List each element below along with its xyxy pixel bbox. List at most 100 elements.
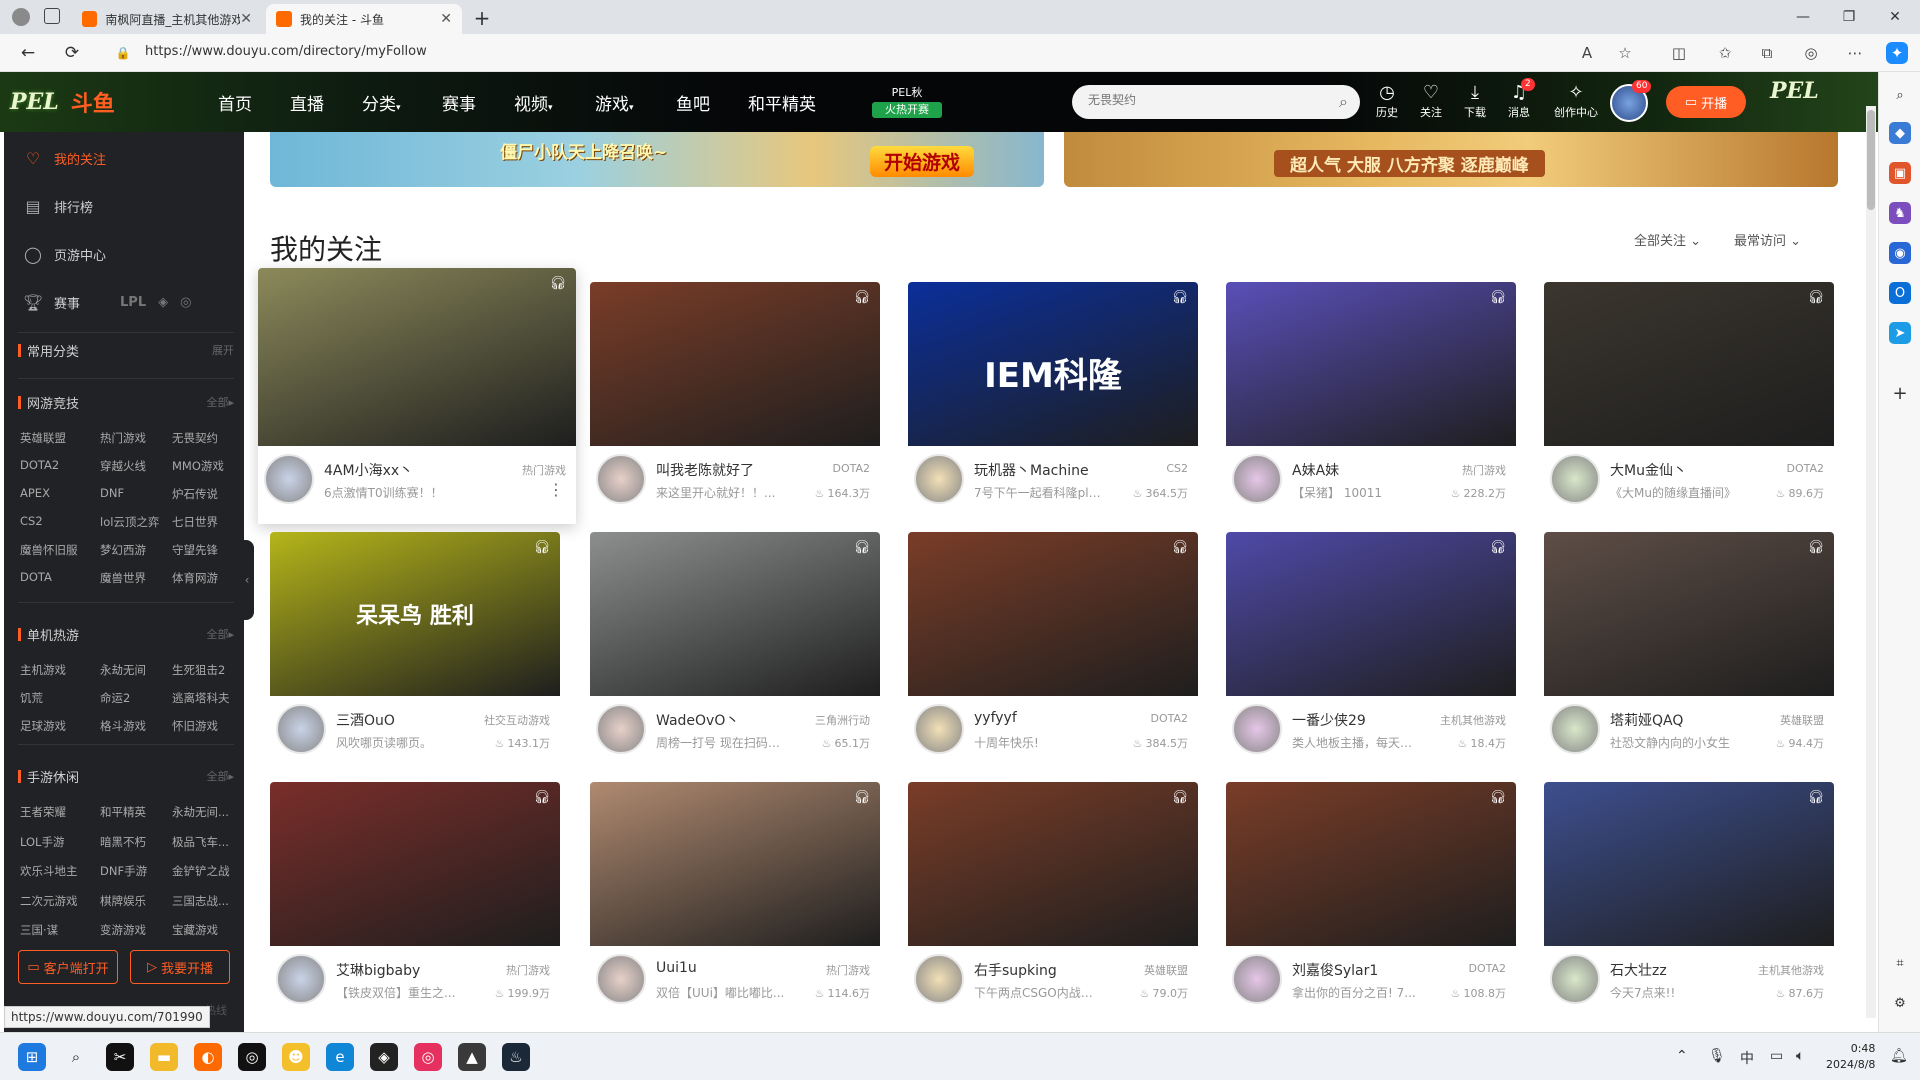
screenshot-icon[interactable]: ⌗ <box>1889 952 1911 974</box>
stream-card[interactable]: 🎧︎ Uui1u 热门游戏 双倍【UUi】嘟比嘟比... ♨ 114.6万 <box>590 782 880 1014</box>
streamer-avatar[interactable] <box>276 704 326 754</box>
streamer-avatar[interactable] <box>1232 954 1282 1004</box>
category-link[interactable]: 足球游戏 <box>20 718 100 734</box>
stream-card[interactable]: 🎧︎ WadeOvO丶 三角洲行动 周榜一打号 现在扫码打... ♨ 65.1万 <box>590 532 880 764</box>
stream-category[interactable]: DOTA2 <box>1468 962 1506 975</box>
category-link[interactable]: 逃离塔科夫 <box>172 690 240 706</box>
category-link[interactable]: 二次元游戏 <box>20 893 100 911</box>
stream-thumbnail[interactable]: 🎧︎ <box>1544 532 1834 696</box>
chevron-up-icon[interactable]: ⌃ <box>1676 1048 1688 1064</box>
stream-thumbnail[interactable]: 🎧︎ <box>590 782 880 946</box>
streamer-name[interactable]: WadeOvO丶 <box>656 710 806 730</box>
category-link[interactable]: 主机游戏 <box>20 662 100 678</box>
start-live-button[interactable]: ▭ 开播 <box>1666 86 1746 118</box>
stream-thumbnail[interactable]: 🎧︎ <box>1544 282 1834 446</box>
search-icon[interactable]: ⌕ <box>1889 84 1911 106</box>
tag-icon[interactable]: ◆ <box>1889 122 1911 144</box>
stream-category[interactable]: DOTA2 <box>1150 712 1188 725</box>
streamer-name[interactable]: Uui1u <box>656 960 806 976</box>
scrollbar-thumb[interactable] <box>1867 110 1875 210</box>
streamer-name[interactable]: 三酒OuO <box>336 710 486 730</box>
extensions-icon[interactable]: ◎ <box>1800 42 1822 64</box>
category-link[interactable]: 守望先锋 <box>172 542 240 558</box>
streamer-name[interactable]: 大Mu金仙丶 <box>1610 460 1760 480</box>
collections-icon[interactable]: ⧉ <box>1756 42 1778 64</box>
close-window-icon[interactable]: ✕ <box>1872 0 1918 34</box>
streamer-name[interactable]: 叫我老陈就好了 <box>656 460 806 480</box>
streamer-avatar[interactable] <box>914 704 964 754</box>
start-live-sidebar-button[interactable]: ▷ 我要开播 <box>130 950 230 984</box>
stream-title[interactable]: 十周年快乐! <box>974 734 1104 751</box>
streamer-avatar[interactable] <box>596 704 646 754</box>
streamer-avatar[interactable] <box>1232 454 1282 504</box>
stream-category[interactable]: 主机其他游戏 <box>1440 712 1506 728</box>
stream-title[interactable]: 6点激情T0训练赛！！ <box>324 484 454 501</box>
stream-thumbnail[interactable]: 🎧︎ <box>1544 782 1834 946</box>
filter-all-follow[interactable]: 全部关注 ⌄ <box>1634 230 1701 249</box>
tab-2[interactable]: 我的关注 - 斗鱼 ✕ <box>266 4 462 34</box>
expand-link[interactable]: 展开 <box>212 342 234 358</box>
outlook-icon[interactable]: O <box>1889 282 1911 304</box>
profile-icon[interactable] <box>12 8 30 26</box>
douyu-logo[interactable]: PEL 斗鱼 <box>10 76 200 128</box>
app-icon[interactable]: ◈ <box>370 1043 398 1071</box>
settings-gear-icon[interactable]: ⚙ <box>1889 992 1911 1014</box>
streamer-name[interactable]: A妹A妹 <box>1292 460 1442 480</box>
category-link[interactable]: 热门游戏 <box>100 430 172 446</box>
streamer-avatar[interactable] <box>1550 954 1600 1004</box>
stream-card[interactable]: 🎧︎ A妹A妹 热门游戏 【呆猪】 10011 ♨ 228.2万 <box>1226 282 1516 514</box>
notification-icon[interactable]: 🔔︎ <box>1890 1048 1908 1064</box>
streamer-name[interactable]: 4AM小海xx丶 <box>324 460 474 480</box>
stream-card[interactable]: 🎧︎ 呆呆鸟 胜利 三酒OuO 社交互动游戏 风吹哪页读哪页。 ♨ 143.1万 <box>270 532 560 764</box>
streamer-avatar[interactable] <box>1550 454 1600 504</box>
sidebar-item-events[interactable]: 🏆︎ 赛事 LPL ◈ ◎ <box>4 282 244 322</box>
restore-icon[interactable]: ❐ <box>1826 0 1872 34</box>
nav-category[interactable]: 分类▾ <box>362 90 401 115</box>
stream-card[interactable]: 🎧︎ 刘嘉俊Sylar1 DOTA2 拿出你的百分之百! 7... ♨ 108.8万 <box>1226 782 1516 1014</box>
category-link[interactable]: APEX <box>20 486 100 502</box>
stream-title[interactable]: 【铁皮双倍】重生之... <box>336 984 466 1001</box>
category-link[interactable]: 七日世界 <box>172 514 240 530</box>
common-category-header[interactable]: 常用分类 展开 <box>18 338 234 362</box>
stream-category[interactable]: 主机其他游戏 <box>1758 962 1824 978</box>
streamer-avatar[interactable] <box>264 454 314 504</box>
category-link[interactable]: 宝藏游戏 <box>172 922 240 940</box>
stream-card[interactable]: 🎧︎ 一番少侠29 主机其他游戏 类人地板主播，每天都... ♨ 18.4万 <box>1226 532 1516 764</box>
refresh-icon[interactable]: ⟳ <box>58 40 86 66</box>
stream-category[interactable]: DOTA2 <box>832 462 870 475</box>
category-link[interactable]: 穿越火线 <box>100 458 172 474</box>
streamer-name[interactable]: 右手supking <box>974 960 1124 980</box>
category-link[interactable]: LOL手游 <box>20 834 100 852</box>
stream-category[interactable]: 社交互动游戏 <box>484 712 550 728</box>
app-icon[interactable]: ▲ <box>458 1043 486 1071</box>
category-link[interactable]: 永劫无间... <box>172 804 240 822</box>
nav-home[interactable]: 首页 <box>218 90 252 115</box>
new-tab-icon[interactable]: + <box>470 6 494 30</box>
close-tab-icon[interactable]: ✕ <box>440 11 452 27</box>
url-field[interactable]: https://www.douyu.com/directory/myFollow <box>145 44 427 59</box>
search-input[interactable] <box>1088 93 1318 107</box>
search-icon[interactable]: ⌕ <box>1339 92 1348 112</box>
stream-thumbnail[interactable]: 🎧︎ IEM科隆 <box>908 282 1198 446</box>
split-screen-icon[interactable]: ◫ <box>1668 42 1690 64</box>
lock-icon[interactable]: 🔒 <box>116 45 131 61</box>
stream-category[interactable]: 英雄联盟 <box>1144 962 1188 978</box>
ime-indicator[interactable]: 中 <box>1740 1048 1754 1068</box>
stream-thumbnail[interactable]: 🎧︎ <box>270 782 560 946</box>
sidebar-item-follow[interactable]: ♡ 我的关注 <box>4 138 244 178</box>
category-link[interactable]: DOTA <box>20 570 100 586</box>
stream-card[interactable]: 🎧︎ 塔莉娅QAQ 英雄联盟 社恐文静内向的小女生 ♨ 94.4万 <box>1544 532 1834 764</box>
promo-banner-1[interactable]: 僵尸小队天上降召唤~ 开始游戏 <box>270 132 1044 187</box>
stream-card[interactable]: 🎧︎ IEM科隆 玩机器丶Machine CS2 7号下午一起看科隆pla... ♨ 364… <box>908 282 1198 514</box>
stream-title[interactable]: 今天7点来!! <box>1610 984 1740 1001</box>
stream-card[interactable]: 🎧︎ 大Mu金仙丶 DOTA2 《大Mu的随缘直播间》 ♨ 89.6万 <box>1544 282 1834 514</box>
shopping-icon[interactable]: ▣ <box>1889 162 1911 184</box>
category-link[interactable]: 饥荒 <box>20 690 100 706</box>
stream-title[interactable]: 风吹哪页读哪页。 <box>336 734 466 751</box>
category-link[interactable]: 体育网游 <box>172 570 240 586</box>
back-icon[interactable]: ← <box>14 40 42 66</box>
stream-title[interactable]: 《大Mu的随缘直播间》 <box>1610 484 1740 501</box>
client-open-button[interactable]: ▭ 客户端打开 <box>18 950 118 984</box>
category-link[interactable]: 炉石传说 <box>172 486 240 502</box>
pel-event-button[interactable]: PEL秋 火热开赛 <box>872 85 942 121</box>
